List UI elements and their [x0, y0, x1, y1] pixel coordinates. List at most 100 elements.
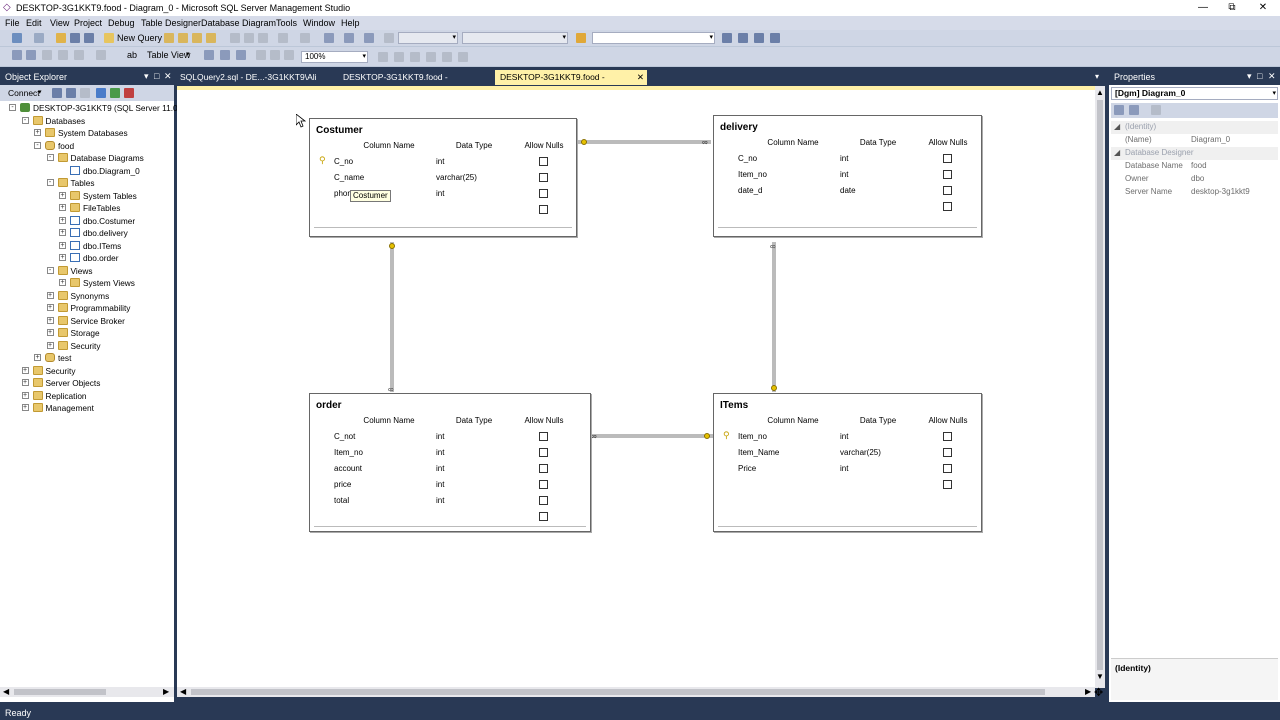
- column-name-cell[interactable]: C_not: [334, 432, 355, 441]
- add-item-icon[interactable]: [34, 33, 44, 43]
- copy-icon[interactable]: [244, 33, 254, 43]
- expand-icon[interactable]: +: [34, 354, 41, 361]
- menu-help[interactable]: Help: [341, 18, 360, 28]
- window-position-icon[interactable]: ▾: [1247, 71, 1252, 82]
- data-type-cell[interactable]: int: [436, 480, 444, 489]
- align-icon[interactable]: [394, 52, 404, 62]
- expand-icon[interactable]: +: [46, 329, 54, 336]
- new-query-icon[interactable]: [104, 33, 114, 43]
- connect-icon[interactable]: [52, 88, 62, 98]
- query-icon[interactable]: [206, 33, 216, 43]
- menu-window[interactable]: Window: [303, 18, 335, 28]
- zoom-combo[interactable]: 100% ▾: [301, 51, 368, 63]
- disconnect-icon[interactable]: [66, 88, 76, 98]
- property-pages-icon[interactable]: [1151, 105, 1161, 115]
- column-name-cell[interactable]: total: [334, 496, 349, 505]
- expand-icon[interactable]: +: [46, 291, 54, 299]
- menu-table-designer[interactable]: Table Designer: [141, 18, 201, 28]
- recalc-icon[interactable]: [270, 50, 280, 60]
- allow-nulls-checkbox[interactable]: [539, 189, 548, 198]
- column-name-cell[interactable]: C_name: [334, 173, 364, 182]
- allow-nulls-checkbox[interactable]: [539, 448, 548, 457]
- data-type-cell[interactable]: varchar(25): [436, 173, 477, 182]
- allow-nulls-checkbox[interactable]: [943, 186, 952, 195]
- refresh-icon[interactable]: [110, 88, 120, 98]
- properties-icon[interactable]: [738, 33, 748, 43]
- data-type-cell[interactable]: int: [436, 432, 444, 441]
- diagram-canvas[interactable]: ∞ ∞ ∞ ∞ Costumer Column Name Data Type A…: [177, 86, 1105, 688]
- table-items[interactable]: ITems Column Name Data Type Allow Nulls …: [713, 393, 982, 532]
- menu-tools[interactable]: Tools: [276, 18, 297, 28]
- column-name-cell[interactable]: price: [334, 480, 351, 489]
- data-type-cell[interactable]: varchar(25): [840, 448, 881, 457]
- canvas-hscroll-thumb[interactable]: [191, 689, 1045, 695]
- menu-view[interactable]: View: [50, 18, 69, 28]
- table-costumer[interactable]: Costumer Column Name Data Type Allow Nul…: [309, 118, 577, 237]
- allow-nulls-checkbox[interactable]: [943, 154, 952, 163]
- scroll-right-icon[interactable]: ▶: [1085, 687, 1091, 696]
- menu-debug[interactable]: Debug: [108, 18, 135, 28]
- tree-horizontal-scrollbar[interactable]: ◀ ▶: [0, 687, 174, 697]
- restore-button[interactable]: ⧉: [1215, 0, 1249, 16]
- close-icon[interactable]: ✕: [1268, 71, 1276, 82]
- data-type-cell[interactable]: int: [840, 154, 848, 163]
- table-view-dropdown-icon[interactable]: ▾: [186, 50, 190, 58]
- property-row[interactable]: Owner dbo: [1111, 173, 1278, 186]
- collapse-icon[interactable]: ◢: [1114, 148, 1120, 157]
- allow-nulls-checkbox[interactable]: [539, 157, 548, 166]
- relationships-icon[interactable]: [96, 50, 106, 60]
- new-table-icon[interactable]: [12, 50, 22, 60]
- arrange-icon[interactable]: [204, 50, 214, 60]
- collapse-icon[interactable]: -: [21, 116, 29, 124]
- platform-combo[interactable]: ▾: [462, 32, 568, 44]
- scroll-up-icon[interactable]: ▲: [1096, 88, 1104, 97]
- tab-diagram-0[interactable]: DESKTOP-3G1KKT9.food - Diagram_0✕: [495, 70, 647, 96]
- column-name-cell[interactable]: C_no: [738, 154, 757, 163]
- save-icon[interactable]: [70, 33, 80, 43]
- data-type-cell[interactable]: int: [840, 432, 848, 441]
- add-table-icon[interactable]: [26, 50, 36, 60]
- redo-icon[interactable]: [300, 33, 310, 43]
- allow-nulls-checkbox[interactable]: [539, 205, 548, 214]
- cut-icon[interactable]: [230, 33, 240, 43]
- pan-icon[interactable]: ✥: [1094, 686, 1103, 699]
- allow-nulls-checkbox[interactable]: [539, 432, 548, 441]
- collapse-icon[interactable]: -: [46, 179, 54, 186]
- column-name-icon[interactable]: ab: [127, 50, 137, 60]
- collapse-icon[interactable]: -: [9, 104, 16, 111]
- property-category[interactable]: ◢ (Identity): [1111, 121, 1278, 134]
- undo-icon[interactable]: [278, 33, 288, 43]
- allow-nulls-checkbox[interactable]: [943, 202, 952, 211]
- query-icon[interactable]: [164, 33, 174, 43]
- allow-nulls-checkbox[interactable]: [943, 170, 952, 179]
- column-name-cell[interactable]: Item_Name: [738, 448, 779, 457]
- column-name-cell[interactable]: Item_no: [738, 432, 767, 441]
- collapse-icon[interactable]: -: [46, 266, 54, 274]
- expand-icon[interactable]: +: [59, 279, 66, 286]
- filter-icon[interactable]: [96, 88, 106, 98]
- column-name-cell[interactable]: date_d: [738, 186, 762, 195]
- allow-nulls-checkbox[interactable]: [943, 432, 952, 441]
- connect-dropdown-icon[interactable]: ▾: [38, 88, 42, 96]
- tree-scroll-thumb[interactable]: [14, 689, 106, 695]
- page-break-icon[interactable]: [256, 50, 266, 60]
- column-name-cell[interactable]: Item_no: [738, 170, 767, 179]
- expand-icon[interactable]: +: [46, 341, 54, 349]
- expand-icon[interactable]: +: [34, 129, 41, 136]
- expand-icon[interactable]: +: [21, 379, 29, 386]
- data-type-cell[interactable]: int: [436, 464, 444, 473]
- menu-database-diagram[interactable]: Database Diagram: [201, 18, 276, 28]
- query-icon[interactable]: [178, 33, 188, 43]
- expand-icon[interactable]: +: [46, 316, 54, 324]
- table-delivery[interactable]: delivery Column Name Data Type Allow Nul…: [713, 115, 982, 237]
- align-icon[interactable]: [442, 52, 452, 62]
- allow-nulls-checkbox[interactable]: [539, 496, 548, 505]
- align-icon[interactable]: [458, 52, 468, 62]
- collapse-icon[interactable]: -: [34, 141, 41, 149]
- tab-view-1[interactable]: DESKTOP-3G1KKT9.food - dbo.View_1*: [338, 70, 492, 96]
- table-order[interactable]: order Column Name Data Type Allow Nulls …: [309, 393, 591, 532]
- expand-icon[interactable]: +: [59, 229, 66, 236]
- allow-nulls-checkbox[interactable]: [539, 480, 548, 489]
- query-icon[interactable]: [192, 33, 202, 43]
- allow-nulls-checkbox[interactable]: [943, 448, 952, 457]
